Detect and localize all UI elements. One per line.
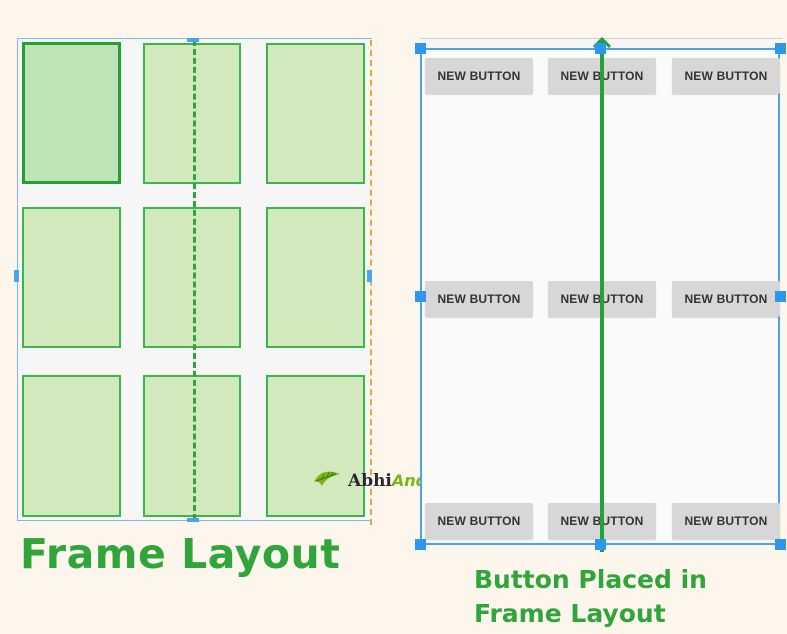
- grid-cell[interactable]: [143, 43, 241, 184]
- bottom-center-handle[interactable]: [187, 518, 199, 522]
- grid-cell[interactable]: [22, 375, 121, 517]
- bottom-right-handle[interactable]: [775, 539, 786, 550]
- leaf-icon: [312, 468, 342, 493]
- new-button-r2c3[interactable]: NEW BUTTON: [672, 281, 780, 317]
- left-resize-handle[interactable]: [14, 270, 19, 282]
- new-button-r1c3[interactable]: NEW BUTTON: [672, 58, 780, 94]
- right-edge-guide: [370, 40, 372, 525]
- top-center-handle[interactable]: [187, 38, 199, 42]
- logo-text-abhi: Abhi: [348, 470, 392, 491]
- new-button-r3c1[interactable]: NEW BUTTON: [425, 503, 533, 539]
- grid-cell[interactable]: [22, 207, 121, 348]
- middle-left-handle[interactable]: [415, 291, 426, 302]
- right-resize-handle[interactable]: [367, 270, 372, 282]
- new-button-r3c3[interactable]: NEW BUTTON: [672, 503, 780, 539]
- frame-layout-caption: Frame Layout: [20, 530, 341, 578]
- new-button-r2c1[interactable]: NEW BUTTON: [425, 281, 533, 317]
- center-vertical-guide: [600, 40, 604, 552]
- center-guide-line: [193, 40, 196, 520]
- top-left-handle[interactable]: [415, 43, 426, 54]
- top-center-handle[interactable]: [595, 43, 606, 54]
- bottom-left-handle[interactable]: [415, 539, 426, 550]
- caption-line-2: Frame Layout: [474, 599, 666, 628]
- button-placed-caption: Button Placed in Frame Layout: [474, 563, 707, 631]
- grid-cell[interactable]: [266, 375, 365, 517]
- middle-right-handle[interactable]: [775, 291, 786, 302]
- grid-cell[interactable]: [143, 207, 241, 348]
- caption-line-1: Button Placed in: [474, 565, 707, 594]
- top-right-handle[interactable]: [775, 43, 786, 54]
- grid-cell[interactable]: [266, 207, 365, 348]
- grid-cell[interactable]: [143, 375, 241, 517]
- new-button-r1c1[interactable]: NEW BUTTON: [425, 58, 533, 94]
- bottom-center-handle[interactable]: [595, 539, 606, 550]
- grid-cell-selected[interactable]: [22, 42, 121, 184]
- grid-cell[interactable]: [266, 43, 365, 184]
